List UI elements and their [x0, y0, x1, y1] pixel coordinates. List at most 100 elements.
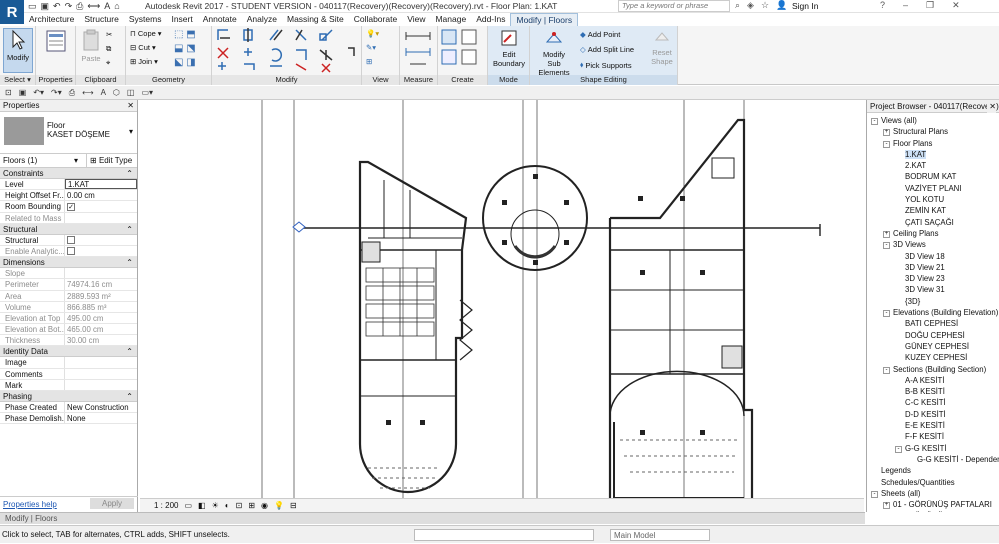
- browser-node[interactable]: 3D View 31: [867, 284, 999, 295]
- expand-icon[interactable]: +: [883, 502, 890, 510]
- browser-node[interactable]: - Sheets (all): [867, 488, 999, 499]
- tab-6[interactable]: Massing & Site: [282, 13, 349, 26]
- tag-small-icon[interactable]: A: [101, 88, 106, 97]
- collapse-icon[interactable]: ⌃: [126, 391, 133, 402]
- switch-window-icon[interactable]: ▭▾: [141, 88, 153, 97]
- browser-node[interactable]: B-B KESİTİ: [867, 386, 999, 397]
- redo-small-icon[interactable]: ↷▾: [51, 88, 62, 97]
- undo-small-icon[interactable]: ↶▾: [33, 88, 44, 97]
- browser-node[interactable]: 3D View 21: [867, 262, 999, 273]
- browser-node[interactable]: GÜNEY CEPHESİ: [867, 341, 999, 352]
- browser-node[interactable]: 3D View 23: [867, 273, 999, 284]
- browser-node[interactable]: Schedules/Quantities: [867, 477, 999, 488]
- property-value[interactable]: New Construction: [65, 402, 137, 412]
- browser-node[interactable]: - Floor Plans: [867, 138, 999, 149]
- paint-icon[interactable]: ⬕ ◨: [174, 57, 196, 68]
- browser-node[interactable]: A-A KESİTİ: [867, 375, 999, 386]
- browser-node[interactable]: G-G KESİTİ - Dependent 1: [867, 454, 999, 465]
- print-icon[interactable]: ⎙: [76, 1, 83, 12]
- join-button[interactable]: ⊞ Join ▾: [130, 57, 158, 66]
- collapse-icon[interactable]: -: [871, 118, 878, 125]
- browser-node[interactable]: - G-G KESİTİ: [867, 443, 999, 454]
- collapse-icon[interactable]: -: [895, 445, 902, 453]
- minimize-icon[interactable]: –: [903, 0, 908, 11]
- browser-node[interactable]: BATI CEPHESİ: [867, 318, 999, 329]
- create-tools-icon[interactable]: [438, 26, 486, 72]
- revit-logo-button[interactable]: R: [0, 0, 24, 24]
- property-section-header[interactable]: Identity Data ⌃: [0, 346, 137, 358]
- property-section-header[interactable]: Structural ⌃: [0, 223, 137, 235]
- measure-icon[interactable]: ⟷: [87, 1, 100, 12]
- override-graphics-icon[interactable]: 💡▾: [366, 29, 379, 38]
- tab-0[interactable]: Architecture: [24, 13, 79, 26]
- paste-button[interactable]: Paste: [80, 28, 102, 63]
- add-split-line-button[interactable]: ◇ Add Split Line: [580, 45, 634, 54]
- copy-clip-icon[interactable]: ⧉: [106, 44, 111, 54]
- cut-clip-icon[interactable]: ✂: [106, 30, 112, 39]
- close-icon[interactable]: ✕: [952, 0, 960, 11]
- browser-node[interactable]: F-F KESİTİ: [867, 431, 999, 442]
- collapse-icon[interactable]: -: [883, 140, 890, 148]
- collapse-icon[interactable]: ⌃: [126, 224, 133, 235]
- user-icon[interactable]: 👤: [776, 0, 787, 11]
- modify-sub-elements-button[interactable]: Modify Sub Elements: [532, 28, 576, 77]
- browser-node[interactable]: DOĞU CEPHESİ: [867, 330, 999, 341]
- properties-button[interactable]: [41, 28, 71, 56]
- browser-node[interactable]: E-E KESİTİ: [867, 420, 999, 431]
- restore-icon[interactable]: ❐: [926, 0, 934, 11]
- collapse-icon[interactable]: -: [871, 490, 878, 498]
- collapse-icon[interactable]: ⌃: [126, 168, 133, 179]
- add-point-button[interactable]: ◆ Add Point: [580, 30, 620, 39]
- property-checkbox[interactable]: ✓: [67, 203, 75, 212]
- pick-supports-button[interactable]: ⬧ Pick Supports: [580, 60, 632, 70]
- browser-node[interactable]: BODRUM KAT: [867, 171, 999, 182]
- section-small-icon[interactable]: ◫: [127, 88, 135, 97]
- tab-2[interactable]: Systems: [124, 13, 167, 26]
- property-value[interactable]: ✓: [65, 201, 137, 212]
- property-checkbox[interactable]: [67, 235, 75, 244]
- modify-tools-icons[interactable]: [212, 26, 362, 74]
- select-panel-label[interactable]: Select ▾: [0, 75, 35, 85]
- measure-small-icon[interactable]: ⟷: [82, 88, 93, 97]
- detail-level-icon[interactable]: ▭: [184, 501, 192, 510]
- expand-icon[interactable]: +: [883, 230, 890, 238]
- temporary-hide-icon[interactable]: ◉: [261, 501, 268, 510]
- browser-node[interactable]: VAZİYET PLANI: [867, 183, 999, 194]
- save-small-icon[interactable]: ▣: [19, 88, 27, 97]
- measure-tools-icon[interactable]: [400, 26, 436, 70]
- apply-button[interactable]: Apply: [90, 498, 134, 509]
- sign-in-link[interactable]: Sign In: [792, 1, 818, 11]
- browser-node[interactable]: -3D Views: [867, 239, 999, 250]
- reveal-hidden-icon[interactable]: 💡: [274, 501, 284, 510]
- tab-4[interactable]: Annotate: [198, 13, 242, 26]
- browser-node[interactable]: - Sections (Building Section): [867, 364, 999, 375]
- edit-boundary-button[interactable]: Edit Boundary: [492, 28, 526, 68]
- shadows-icon[interactable]: ◐: [225, 501, 230, 510]
- modify-button[interactable]: Modify: [3, 28, 33, 73]
- browser-node[interactable]: {3D}: [867, 296, 999, 307]
- 3d-small-icon[interactable]: ⬡: [113, 88, 120, 97]
- view-scale[interactable]: 1 : 200: [154, 501, 178, 510]
- browser-node[interactable]: YOL KOTU: [867, 194, 999, 205]
- search-input[interactable]: Type a keyword or phrase: [618, 0, 730, 12]
- reset-shape-button[interactable]: Reset Shape: [648, 28, 676, 66]
- property-value[interactable]: None: [65, 413, 137, 423]
- tab-9[interactable]: Manage: [430, 13, 471, 26]
- sun-path-icon[interactable]: ☀: [212, 501, 219, 510]
- collapse-icon[interactable]: ⌃: [126, 346, 133, 357]
- collapse-icon[interactable]: ⌃: [126, 257, 133, 268]
- collapse-icon[interactable]: -: [883, 242, 890, 250]
- split-face-icon[interactable]: ⬓ ⬔: [174, 43, 196, 54]
- instance-filter[interactable]: Floors (1) ▾ ⊞ Edit Type: [0, 154, 137, 168]
- tab-11[interactable]: Modify | Floors: [510, 13, 579, 26]
- subscription-icon[interactable]: ◈: [747, 0, 754, 11]
- linework-icon[interactable]: ⊞: [366, 57, 372, 66]
- visual-style-icon[interactable]: ◧: [198, 501, 206, 510]
- 3d-view-icon[interactable]: ⌂: [114, 1, 119, 12]
- star-icon[interactable]: ☆: [761, 0, 769, 11]
- tab-1[interactable]: Structure: [79, 13, 124, 26]
- browser-node[interactable]: +01 - GÖRÜNÜŞ PAFTALARI: [867, 499, 999, 510]
- property-section-header[interactable]: Constraints ⌃: [0, 168, 137, 179]
- analytical-model-icon[interactable]: ⊟: [290, 501, 297, 510]
- tab-3[interactable]: Insert: [166, 13, 197, 26]
